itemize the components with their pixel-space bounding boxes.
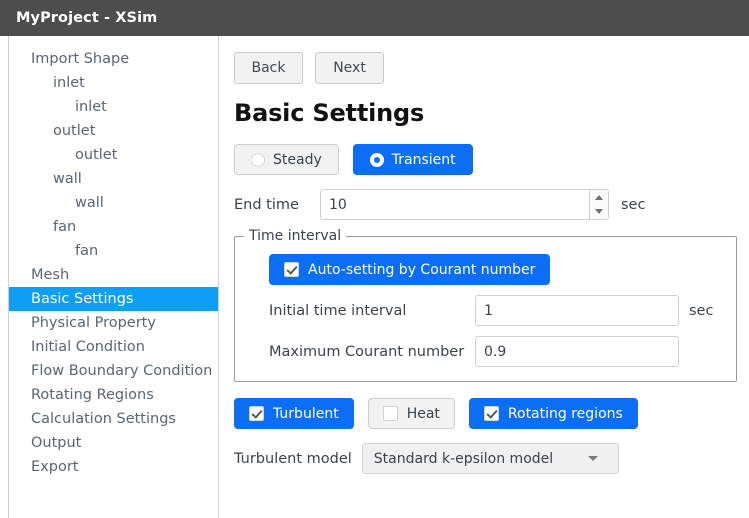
sidebar-item-fan[interactable]: fan	[9, 215, 218, 239]
transient-mode-label: Transient	[391, 151, 456, 168]
turbulent-toggle-button[interactable]: Turbulent	[234, 398, 354, 429]
checkbox-checked-icon	[483, 406, 499, 421]
sidebar-item-export[interactable]: Export	[9, 455, 218, 479]
steady-mode-button[interactable]: Steady	[234, 144, 339, 175]
sidebar-item-import-shape[interactable]: Import Shape	[9, 47, 218, 71]
triangle-down-icon	[595, 209, 603, 215]
sidebar-item-mesh[interactable]: Mesh	[9, 263, 218, 287]
radio-checked-icon	[369, 152, 384, 167]
sidebar-item-calculation-settings[interactable]: Calculation Settings	[9, 407, 218, 431]
turbulent-toggle-label: Turbulent	[273, 405, 339, 422]
end-time-input[interactable]	[320, 189, 589, 220]
sidebar-item-output[interactable]: Output	[9, 431, 218, 455]
sidebar-item-wall[interactable]: wall	[9, 167, 218, 191]
steady-mode-label: Steady	[273, 151, 322, 168]
window-titlebar: MyProject - XSim	[0, 0, 749, 36]
next-button[interactable]: Next	[315, 52, 384, 84]
rotating-regions-toggle-label: Rotating regions	[507, 405, 623, 422]
spinner-down-button[interactable]	[590, 205, 608, 220]
back-button[interactable]: Back	[234, 52, 303, 84]
wizard-navigation: Back Next	[234, 52, 749, 84]
sidebar-item-inlet[interactable]: inlet	[9, 71, 218, 95]
turbulent-model-select[interactable]: Standard k-epsilon model	[361, 443, 619, 474]
sidebar-item-basic-settings[interactable]: Basic Settings	[9, 287, 218, 311]
triangle-up-icon	[595, 194, 603, 200]
turbulent-model-value: Standard k-epsilon model	[373, 450, 554, 467]
rotating-regions-toggle-button[interactable]: Rotating regions	[468, 398, 638, 429]
sidebar-item-initial-condition[interactable]: Initial Condition	[9, 335, 218, 359]
turbulent-model-label: Turbulent model	[234, 450, 352, 467]
checkbox-unchecked-icon	[382, 406, 398, 421]
checkbox-checked-icon	[284, 262, 299, 277]
sidebar-item-physical-property[interactable]: Physical Property	[9, 311, 218, 335]
chevron-down-icon	[587, 456, 598, 461]
sidebar-container: Import Shape inlet inlet outlet outlet wall wa…	[0, 36, 219, 518]
initial-time-interval-label: Initial time interval	[269, 302, 407, 319]
time-interval-legend: Time interval	[244, 228, 347, 244]
end-time-spinner[interactable]	[320, 189, 609, 220]
sidebar-item-outlet[interactable]: outlet	[9, 143, 218, 167]
content-pane: Back Next Basic Settings Steady Transien…	[219, 36, 749, 518]
sidebar-item-flow-boundary-condition[interactable]: Flow Boundary Condition	[9, 359, 218, 383]
auto-setting-row: Auto-setting by Courant number	[251, 254, 720, 285]
navigation-tree[interactable]: Import Shape inlet inlet outlet outlet wall wa…	[8, 36, 219, 518]
maximum-courant-number-input[interactable]	[475, 336, 679, 367]
spinner-buttons[interactable]	[589, 189, 609, 220]
auto-setting-courant-button[interactable]: Auto-setting by Courant number	[269, 254, 551, 285]
time-interval-fieldset: Time interval Auto-setting by Courant nu…	[234, 228, 737, 382]
sidebar-item-rotating-regions[interactable]: Rotating Regions	[9, 383, 218, 407]
solver-mode-group: Steady Transient	[234, 144, 749, 175]
sidebar-item-inlet[interactable]: inlet	[9, 95, 218, 119]
end-time-label: End time	[234, 196, 299, 213]
radio-unchecked-icon	[251, 152, 265, 167]
end-time-row: End time sec	[234, 189, 749, 220]
end-time-unit: sec	[621, 196, 646, 213]
auto-setting-courant-label: Auto-setting by Courant number	[308, 261, 536, 278]
maximum-courant-number-row: Maximum Courant number	[251, 336, 720, 367]
sidebar-item-outlet[interactable]: outlet	[9, 119, 218, 143]
spinner-up-button[interactable]	[590, 190, 608, 205]
main-body: Import Shape inlet inlet outlet outlet wall wa…	[0, 36, 749, 518]
initial-time-interval-unit: sec	[689, 302, 714, 319]
application-window: MyProject - XSim Import Shape inlet inlet o…	[0, 0, 749, 518]
window-title: MyProject - XSim	[16, 10, 158, 26]
checkbox-checked-icon	[249, 406, 264, 421]
transient-mode-button[interactable]: Transient	[352, 144, 473, 175]
initial-time-interval-input[interactable]	[475, 295, 679, 326]
heat-toggle-label: Heat	[406, 405, 440, 422]
maximum-courant-number-label: Maximum Courant number	[269, 343, 465, 360]
physics-toggle-group: Turbulent Heat Rotating regions	[234, 398, 749, 429]
initial-time-interval-row: Initial time interval sec	[251, 295, 720, 326]
sidebar-item-fan[interactable]: fan	[9, 239, 218, 263]
heat-toggle-button[interactable]: Heat	[367, 398, 455, 429]
page-title: Basic Settings	[234, 99, 425, 127]
sidebar-item-wall[interactable]: wall	[9, 191, 218, 215]
turbulent-model-row: Turbulent model Standard k-epsilon model	[234, 443, 749, 474]
